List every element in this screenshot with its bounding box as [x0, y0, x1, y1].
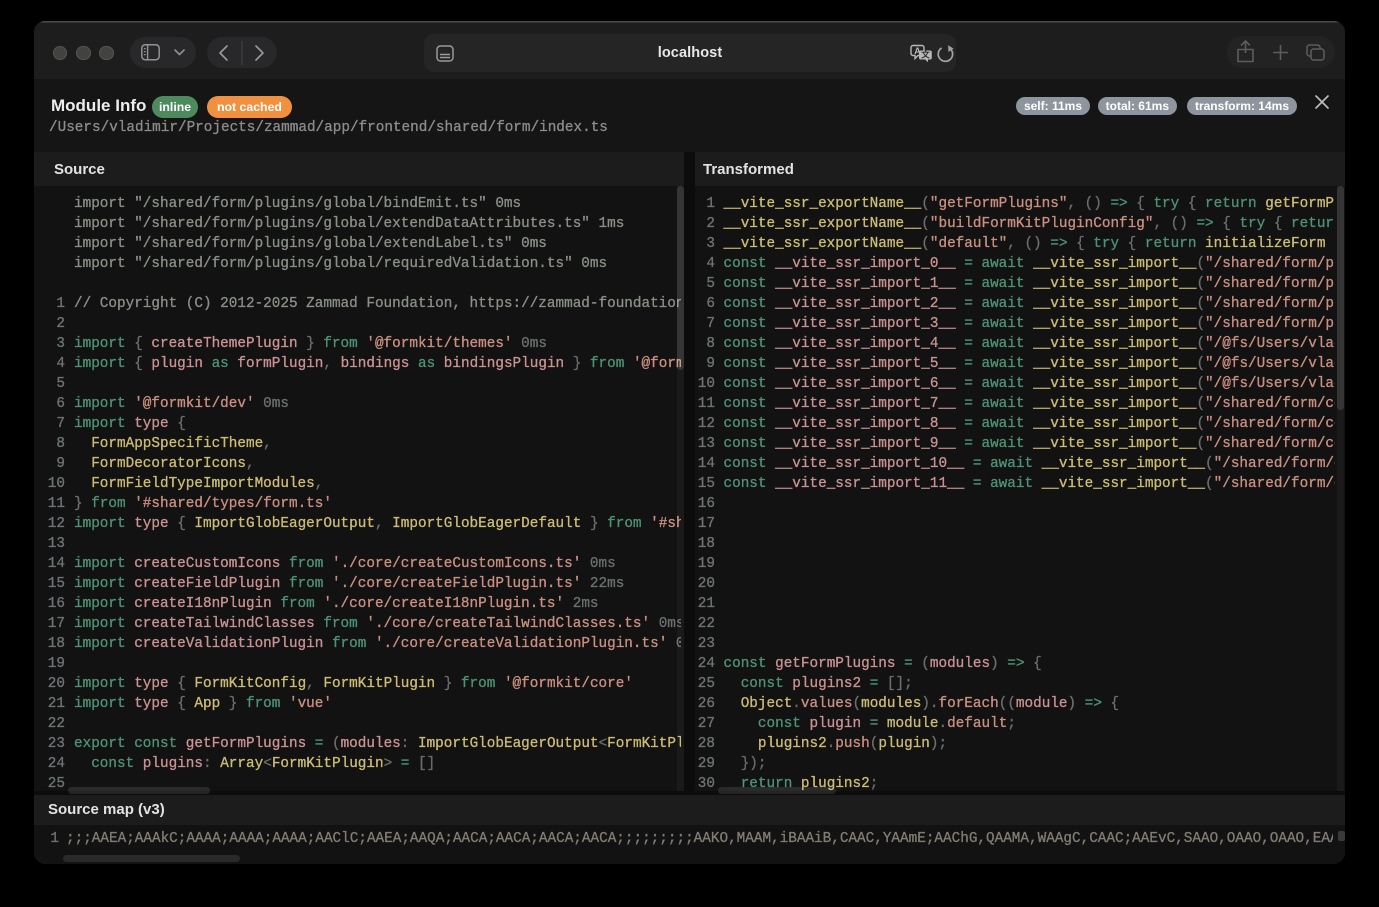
- svg-text:文: 文: [921, 49, 930, 59]
